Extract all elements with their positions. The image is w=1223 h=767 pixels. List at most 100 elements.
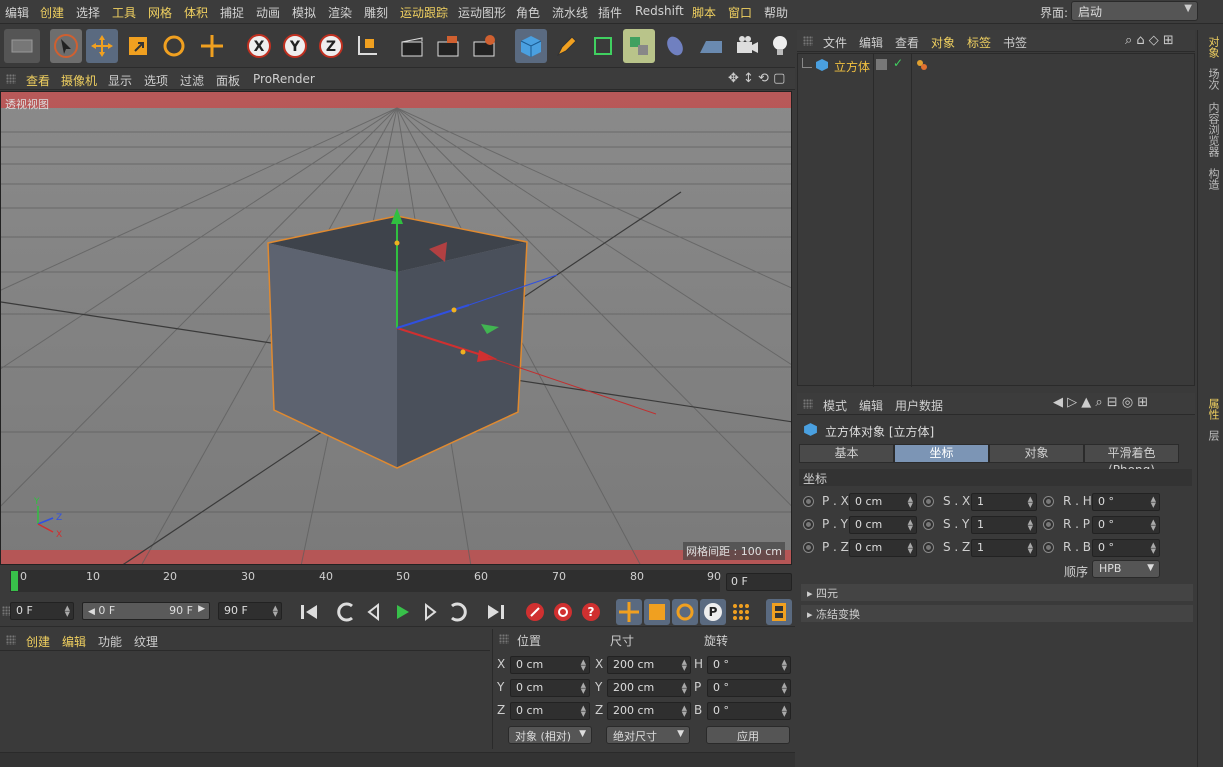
menu-select[interactable]: 选择	[76, 4, 100, 21]
menu-mesh[interactable]: 网格	[148, 4, 172, 21]
object-menu-edit[interactable]: 编辑	[859, 34, 883, 51]
anim-toggle-sx[interactable]	[923, 496, 934, 507]
pos-z-field[interactable]: 0 cm ▲ ▼	[510, 702, 590, 720]
param-pz-field[interactable]: 0 cm ▲ ▼	[849, 539, 917, 557]
scale-tool-button[interactable]	[122, 29, 154, 63]
material-menu-edit[interactable]: 编辑	[62, 633, 86, 650]
viewport-menu-prorender[interactable]: ProRender	[253, 72, 315, 86]
render-settings-button[interactable]	[468, 29, 500, 63]
max-frame-field[interactable]: 90 F ▲ ▼	[218, 602, 282, 620]
param-rp-field[interactable]: 0 ° ▲ ▼	[1092, 516, 1160, 534]
attr-menu-mode[interactable]: 模式	[823, 397, 847, 414]
size-x-field[interactable]: 200 cm ▲ ▼	[607, 656, 691, 674]
move-tool-button[interactable]	[86, 29, 118, 63]
anim-toggle-sy[interactable]	[923, 519, 934, 530]
object-menu-tags[interactable]: 标签	[967, 34, 991, 51]
object-menu-view[interactable]: 查看	[895, 34, 919, 51]
anim-toggle-rp[interactable]	[1043, 519, 1054, 530]
tab-basic[interactable]: 基本	[799, 444, 894, 463]
viewport-menu-camera[interactable]: 摄像机	[61, 72, 97, 89]
anim-toggle-rh[interactable]	[1043, 496, 1054, 507]
cube-object-button[interactable]	[515, 29, 547, 63]
subdivision-button[interactable]	[587, 29, 619, 63]
menu-render[interactable]: 渲染	[328, 4, 352, 21]
object-menu-file[interactable]: 文件	[823, 34, 847, 51]
param-py-field[interactable]: 0 cm ▲ ▼	[849, 516, 917, 534]
anim-toggle-rb[interactable]	[1043, 542, 1054, 553]
prev-frame-button[interactable]	[361, 599, 387, 625]
viewport-menu-filter[interactable]: 过滤	[180, 72, 204, 89]
key-rotation-button[interactable]	[672, 599, 698, 625]
side-tab-structure[interactable]: 构造	[1201, 168, 1221, 190]
object-menu-objects[interactable]: 对象	[931, 34, 955, 51]
go-to-end-button[interactable]	[483, 599, 509, 625]
apply-button[interactable]: 应用	[706, 726, 790, 744]
key-help-button[interactable]: ?	[578, 599, 604, 625]
viewport-menu-display[interactable]: 显示	[108, 72, 132, 89]
side-tab-content-browser[interactable]: 内容浏览器	[1201, 102, 1221, 157]
param-px-field[interactable]: 0 cm ▲ ▼	[849, 493, 917, 511]
menu-script[interactable]: 脚本	[692, 4, 716, 21]
side-tab-layers[interactable]: 层	[1201, 430, 1221, 441]
material-menu-create[interactable]: 创建	[26, 633, 50, 650]
menu-volume[interactable]: 体积	[184, 4, 208, 21]
key-position-button[interactable]	[616, 599, 642, 625]
side-tab-objects[interactable]: 对象	[1201, 36, 1221, 58]
material-area[interactable]	[0, 652, 490, 752]
param-sx-field[interactable]: 1 ▲ ▼	[971, 493, 1037, 511]
z-axis-lock-button[interactable]: Z	[315, 29, 347, 63]
coord-mode-dropdown[interactable]: 对象 (相对) ▼	[508, 726, 592, 744]
rotate-tool-button[interactable]	[158, 29, 190, 63]
param-rh-field[interactable]: 0 ° ▲ ▼	[1092, 493, 1160, 511]
menu-snap[interactable]: 捕捉	[220, 4, 244, 21]
play-button[interactable]	[389, 599, 415, 625]
menu-animate[interactable]: 动画	[256, 4, 280, 21]
rotation-order-dropdown[interactable]: HPB ▼	[1092, 560, 1160, 578]
floor-button[interactable]	[695, 29, 727, 63]
light-button[interactable]	[767, 29, 793, 63]
pos-x-field[interactable]: 0 cm ▲ ▼	[510, 656, 590, 674]
tab-object[interactable]: 对象	[989, 444, 1084, 463]
menu-create[interactable]: 创建	[40, 4, 64, 21]
current-frame-display[interactable]: 0 F	[726, 573, 792, 591]
menu-simulate[interactable]: 模拟	[292, 4, 316, 21]
render-active-button[interactable]	[432, 29, 464, 63]
visibility-check-icon[interactable]: ✓	[893, 56, 903, 70]
key-pla-button[interactable]	[728, 599, 754, 625]
coord-system-button[interactable]	[351, 29, 383, 63]
auto-key-button[interactable]	[550, 599, 576, 625]
object-manager-tool-icons[interactable]: ⌕ ⌂ ◇ ⊞	[1125, 33, 1174, 48]
anim-toggle-py[interactable]	[803, 519, 814, 530]
prev-key-button[interactable]	[333, 599, 359, 625]
freeze-transform-section[interactable]: ▸ 冻结变换	[801, 605, 1193, 622]
key-parameter-button[interactable]: P	[700, 599, 726, 625]
size-y-field[interactable]: 200 cm ▲ ▼	[607, 679, 691, 697]
param-sz-field[interactable]: 1 ▲ ▼	[971, 539, 1037, 557]
viewport-menu-view[interactable]: 查看	[26, 72, 50, 89]
timeline-window-button[interactable]	[766, 599, 792, 625]
timeline-track[interactable]: 0 10 20 30 40 50 60 70 80 90	[10, 570, 721, 592]
undo-button[interactable]	[4, 29, 40, 63]
object-list[interactable]: 立方体 ✓	[797, 53, 1195, 387]
next-key-button[interactable]	[445, 599, 471, 625]
live-select-button[interactable]	[50, 29, 82, 63]
preview-range-slider[interactable]: ◀ 0 F 90 F ▶	[82, 602, 210, 620]
deformer-button[interactable]	[659, 29, 691, 63]
next-frame-button[interactable]	[417, 599, 443, 625]
key-scale-button[interactable]	[644, 599, 670, 625]
rot-p-field[interactable]: 0 ° ▲ ▼	[707, 679, 791, 697]
viewport-nav-icons[interactable]: ✥ ↕ ⟲ ▢	[728, 71, 785, 86]
layout-select[interactable]: 启动 ▼	[1071, 1, 1198, 21]
object-name-cube[interactable]: 立方体	[834, 58, 870, 75]
object-menu-bookmarks[interactable]: 书签	[1003, 34, 1027, 51]
attr-menu-edit[interactable]: 编辑	[859, 397, 883, 414]
menu-plugins[interactable]: 插件	[598, 4, 622, 21]
param-rb-field[interactable]: 0 ° ▲ ▼	[1092, 539, 1160, 557]
quaternion-section[interactable]: ▸ 四元	[801, 584, 1193, 601]
size-z-field[interactable]: 200 cm ▲ ▼	[607, 702, 691, 720]
menu-window[interactable]: 窗口	[728, 4, 752, 21]
render-view-button[interactable]	[396, 29, 428, 63]
viewport-menu-options[interactable]: 选项	[144, 72, 168, 89]
menu-redshift[interactable]: Redshift	[635, 4, 684, 18]
side-tab-attributes[interactable]: 属性	[1201, 398, 1221, 420]
